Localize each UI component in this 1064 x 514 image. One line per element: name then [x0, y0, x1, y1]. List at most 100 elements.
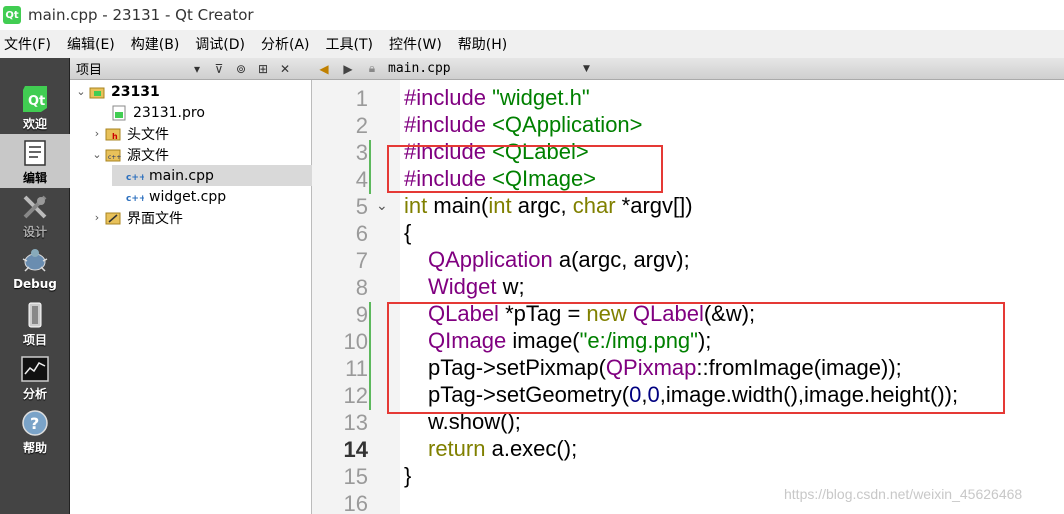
tree-item-forms[interactable]: › 界面文件 — [90, 207, 183, 228]
mode-label-analyze: 分析 — [22, 387, 47, 401]
menu-help[interactable]: 帮助(H) — [458, 34, 507, 54]
forward-arrow-icon[interactable]: ▶ — [336, 62, 360, 76]
mode-debug[interactable]: Debug — [0, 242, 70, 296]
mode-label-edit: 编辑 — [22, 171, 47, 185]
menu-build[interactable]: 构建(B) — [131, 34, 180, 54]
tree-item-label: main.cpp — [149, 167, 214, 184]
mode-welcome[interactable]: Qt 欢迎 — [0, 80, 70, 134]
line-number: 6 — [355, 221, 368, 246]
tree-item-widget-cpp[interactable]: c++ widget.cpp — [112, 186, 226, 207]
open-file-tab[interactable]: main.cpp — [388, 61, 583, 76]
qt-logo-icon: Qt — [20, 84, 50, 114]
line-number: 13 — [343, 410, 368, 435]
code-line: #include <QApplication> — [404, 112, 643, 139]
code-token: int — [488, 193, 512, 218]
expand-down-icon[interactable]: ⌄ — [90, 148, 104, 161]
qt-app-icon: Qt — [3, 6, 21, 24]
tree-item-main-cpp[interactable]: c++ main.cpp — [112, 165, 312, 186]
back-arrow-icon[interactable]: ◀ — [312, 62, 336, 76]
svg-text:Qt: Qt — [28, 94, 45, 109]
svg-text:h: h — [112, 132, 118, 141]
tree-item-label: widget.cpp — [149, 188, 227, 205]
project-folder-icon — [88, 84, 106, 100]
line-number: 9 — [355, 302, 368, 327]
menu-bar: 文件(F) 编辑(E) 构建(B) 调试(D) 分析(A) 工具(T) 控件(W… — [0, 30, 1064, 58]
menu-edit[interactable]: 编辑(E) — [67, 34, 115, 54]
code-token: <QApplication> — [492, 112, 643, 137]
mode-label-help: 帮助 — [22, 441, 47, 455]
code-token: main( — [427, 193, 489, 218]
mode-design[interactable]: 设计 — [0, 188, 70, 242]
menu-analyze[interactable]: 分析(A) — [261, 34, 310, 54]
headers-folder-icon: h — [104, 126, 122, 142]
project-panel-header: 项目 ▾ ⊽ ⊚ ⊞ ✕ — [70, 58, 312, 80]
title-bar: Qt main.cpp - 23131 - Qt Creator — [0, 0, 1064, 30]
mode-analyze[interactable]: 分析 — [0, 350, 70, 404]
tree-item-sources[interactable]: ⌄ c++ 源文件 — [90, 144, 169, 165]
project-panel-title[interactable]: 项目 — [76, 59, 186, 78]
debug-bug-icon — [20, 246, 50, 276]
menu-tools[interactable]: 工具(T) — [326, 34, 373, 54]
editor-toolbar: ◀ ▶ 🔒︎ main.cpp ▼ — [312, 58, 1064, 80]
code-line: return a.exec(); — [428, 436, 577, 463]
line-number: 3 — [355, 140, 368, 165]
cpp-file-icon: c++ — [126, 189, 144, 205]
code-line: QApplication a(argc, argv); — [428, 247, 690, 274]
line-number: 14 — [343, 437, 368, 462]
window-title: main.cpp - 23131 - Qt Creator — [28, 6, 254, 24]
help-question-icon: ? — [20, 408, 50, 438]
link-sync-icon[interactable]: ⊚ — [230, 62, 252, 76]
tree-item-pro-file[interactable]: 23131.pro — [96, 102, 205, 123]
filter-icon[interactable]: ⊽ — [208, 62, 230, 76]
mode-label-projects: 项目 — [22, 333, 47, 347]
mode-help[interactable]: ? 帮助 — [0, 404, 70, 458]
code-line: int main(int argc, char *argv[]) — [404, 193, 693, 220]
line-number: 5 — [355, 194, 368, 219]
menu-controls[interactable]: 控件(W) — [389, 34, 442, 54]
line-number: 2 — [355, 113, 368, 138]
tree-item-label: 界面文件 — [127, 210, 183, 227]
svg-text:?: ? — [30, 414, 39, 433]
watermark: https://blog.csdn.net/weixin_45626468 — [784, 486, 1023, 502]
change-marker — [369, 140, 371, 194]
line-number: 1 — [355, 86, 368, 111]
mode-edit[interactable]: 编辑 — [0, 134, 70, 188]
code-token: "widget.h" — [492, 85, 590, 110]
menu-file[interactable]: 文件(F) — [4, 34, 51, 54]
code-token: argc, — [511, 193, 573, 218]
code-token: QApplication — [428, 247, 553, 272]
chevron-down-icon[interactable]: ▼ — [583, 64, 590, 74]
dropdown-arrow-icon[interactable]: ▾ — [186, 62, 208, 76]
svg-text:c++: c++ — [126, 173, 144, 182]
code-line: } — [404, 463, 411, 490]
line-number: 11 — [345, 356, 368, 381]
fold-marker-icon[interactable]: ⌄ — [376, 193, 388, 220]
change-marker — [369, 302, 371, 410]
highlight-box-code — [387, 302, 1005, 414]
sources-folder-icon: c++ — [104, 147, 122, 163]
analyze-chart-icon — [20, 354, 50, 384]
mode-label-welcome: 欢迎 — [22, 117, 47, 131]
forms-folder-icon — [104, 210, 122, 226]
code-token: *argv[]) — [615, 193, 693, 218]
tree-item-project[interactable]: ⌄ 23131 — [74, 81, 160, 102]
tree-item-label: 头文件 — [127, 126, 169, 143]
cpp-file-icon: c++ — [126, 168, 144, 184]
menu-debug[interactable]: 调试(D) — [195, 34, 245, 54]
code-line: #include "widget.h" — [404, 85, 590, 112]
pro-file-icon — [110, 105, 128, 121]
expand-right-icon[interactable]: › — [90, 127, 104, 140]
line-number: 8 — [355, 275, 368, 300]
tree-item-headers[interactable]: › h 头文件 — [90, 123, 169, 144]
expand-right-icon[interactable]: › — [90, 211, 104, 224]
expand-down-icon[interactable]: ⌄ — [74, 85, 88, 98]
close-icon[interactable]: ✕ — [274, 62, 296, 76]
split-icon[interactable]: ⊞ — [252, 62, 274, 76]
line-number: 4 — [355, 167, 368, 192]
highlight-box-includes — [387, 145, 663, 193]
code-token: Widget — [428, 274, 497, 299]
line-number: 16 — [343, 491, 368, 514]
svg-text:c++: c++ — [108, 154, 121, 161]
tree-item-label: 23131 — [111, 83, 160, 100]
mode-projects[interactable]: 项目 — [0, 296, 70, 350]
